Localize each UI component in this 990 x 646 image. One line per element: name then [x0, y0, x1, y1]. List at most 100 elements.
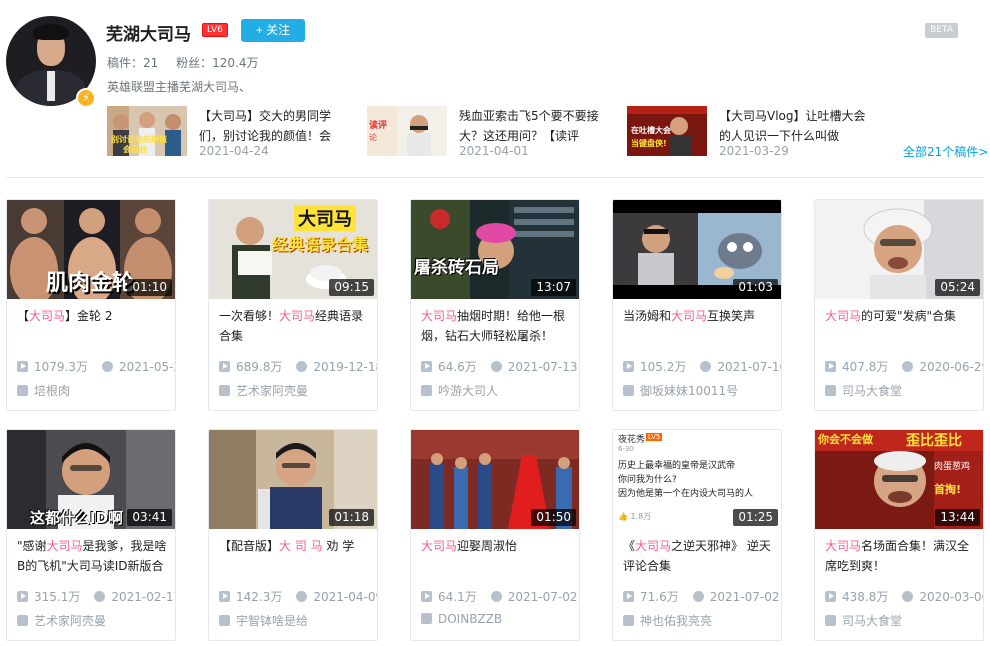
- video-author[interactable]: 司马大食堂: [825, 612, 902, 629]
- recent-title[interactable]: 【大司马】交大的男同学们，别讨论我的颜值！会: [199, 106, 347, 146]
- video-meta: 71.6万 2021-07-02: [623, 588, 779, 605]
- video-meta: 315.1万 2021-02-17: [17, 588, 175, 605]
- user-icon: [825, 615, 836, 626]
- video-card[interactable]: 05:24 大司马的可爱"发病"合集 407.8万 2020-06-29 司马大食…: [814, 199, 984, 411]
- play-count-icon: [17, 361, 28, 372]
- video-card[interactable]: 大司马 经典语录合集 09:15 一次看够！大司马经典语录合集 689.8万 20…: [208, 199, 378, 411]
- video-title[interactable]: 《大司马之逆天邪神》 逆天评论合集: [623, 536, 775, 576]
- video-cover[interactable]: 肌肉金轮 01:10: [7, 200, 175, 299]
- play-count-icon: [623, 591, 634, 602]
- svg-text:你会不会做: 你会不会做: [817, 432, 874, 446]
- video-author[interactable]: 培根肉: [17, 382, 70, 399]
- recent-video-2[interactable]: 读评 论 残血亚索击飞5个要不要接大？这还用问？【读评 2021-04-01: [367, 106, 617, 158]
- video-duration: 09:15: [329, 279, 374, 296]
- up-name[interactable]: 芜湖大司马: [106, 20, 191, 45]
- video-title[interactable]: 一次看够！大司马经典语录合集: [219, 306, 371, 346]
- video-title[interactable]: "感谢大司马是我爹，我是啥B的飞机"大司马读ID新版合: [17, 536, 169, 576]
- video-cover[interactable]: 01:18: [209, 430, 377, 529]
- user-icon: [825, 385, 836, 396]
- comment-user: 夜花秀: [618, 435, 646, 445]
- video-cover[interactable]: 大司马 经典语录合集 09:15: [209, 200, 377, 299]
- recent-thumbnail[interactable]: 别讨论我的颜值 会看脸: [107, 106, 187, 156]
- play-count-icon: [623, 361, 634, 372]
- video-meta: 64.6万 2021-07-13: [421, 358, 577, 375]
- video-title[interactable]: 【配音版】大 司 马 劝 学: [219, 536, 371, 576]
- video-meta: 689.8万 2019-12-18: [219, 358, 377, 375]
- video-meta: 64.1万 2021-07-02: [421, 588, 577, 605]
- video-card[interactable]: 01:50 大司马迎娶周淑怡 64.1万 2021-07-02 DOINBZZB: [410, 429, 580, 641]
- video-author[interactable]: 宇智钵啥是给: [219, 612, 308, 629]
- video-duration: 13:07: [531, 279, 576, 296]
- video-card[interactable]: 01:18 【配音版】大 司 马 劝 学 142.3万 2021-04-09 宇智…: [208, 429, 378, 641]
- svg-text:歪比歪比: 歪比歪比: [906, 432, 962, 449]
- up-stats: 稿件：21 粉丝：120.4万: [107, 54, 258, 71]
- video-cover[interactable]: 这都什么ID啊 03:41: [7, 430, 175, 529]
- recent-video-1[interactable]: 别讨论我的颜值 会看脸 【大司马】交大的男同学们，别讨论我的颜值！会 2021-…: [107, 106, 357, 158]
- video-author[interactable]: 艺术家阿壳曼: [219, 382, 308, 399]
- user-icon: [17, 385, 28, 396]
- user-icon: [421, 385, 432, 396]
- recent-thumbnail[interactable]: 在吐槽大会 当键盘侠!: [627, 106, 707, 156]
- clock-icon: [102, 361, 113, 372]
- clock-icon: [902, 361, 914, 372]
- video-card[interactable]: 屠杀砖石局 13:07 大司马抽烟时期！给他一根烟，钻石大师轻松屠杀！ 64.6…: [410, 199, 580, 411]
- video-cover[interactable]: 屠杀砖石局 13:07: [411, 200, 579, 299]
- video-author[interactable]: 司马大食堂: [825, 382, 902, 399]
- video-cover[interactable]: 你会不会做 歪比歪比 肉蛋葱鸡 首掏! 13:44: [815, 430, 983, 529]
- cover-caption: 这都什么ID啊: [30, 509, 124, 527]
- recent-title[interactable]: 残血亚索击飞5个要不要接大？这还用问？【读评: [459, 106, 607, 146]
- follow-button[interactable]: + 关注: [241, 19, 305, 42]
- recent-title[interactable]: 【大司马Vlog】让吐槽大会的人见识一下什么叫做: [719, 106, 867, 146]
- video-card[interactable]: 这都什么ID啊 03:41 "感谢大司马是我爹，我是啥B的飞机"大司马读ID新版…: [6, 429, 176, 641]
- comment-likes: 👍 1.8万: [618, 512, 652, 521]
- profile-header: ⚡ 芜湖大司马 LV6 + 关注 BETA 稿件：21 粉丝：120.4万 英雄…: [0, 0, 990, 178]
- video-title[interactable]: 大司马的可爱"发病"合集: [825, 306, 977, 346]
- video-duration: 03:41: [127, 509, 172, 526]
- video-duration: 01:50: [531, 509, 576, 526]
- video-card[interactable]: 你会不会做 歪比歪比 肉蛋葱鸡 首掏! 13:44 大司马名场面合集！满汉全席吃…: [814, 429, 984, 641]
- play-count-icon: [825, 361, 836, 372]
- video-author[interactable]: 御坂妹妹10011号: [623, 382, 738, 399]
- video-author[interactable]: DOINBZZB: [421, 612, 502, 626]
- recent-thumbnail[interactable]: 读评 论: [367, 106, 447, 156]
- avatar[interactable]: ⚡: [6, 16, 96, 108]
- cover-caption: 肌肉金轮: [46, 271, 135, 296]
- video-cover[interactable]: 夜花秀 LV5 6-30 历史上最幸福的皇帝是汉武帝 你问我为什么? 因为他是第…: [613, 430, 781, 529]
- video-title[interactable]: 大司马抽烟时期！给他一根烟，钻石大师轻松屠杀！: [421, 306, 573, 346]
- recent-video-3[interactable]: 在吐槽大会 当键盘侠! 【大司马Vlog】让吐槽大会的人见识一下什么叫做 202…: [627, 106, 877, 158]
- video-card[interactable]: 01:03 当汤姆和大司马互换笑声 105.2万 2021-07-10 御坂妹妹1…: [612, 199, 782, 411]
- cover-caption: 屠杀砖石局: [414, 258, 499, 278]
- cover-caption: 大司马: [294, 205, 356, 231]
- video-cover[interactable]: 01:50: [411, 430, 579, 529]
- video-cover[interactable]: 05:24: [815, 200, 983, 299]
- recent-date: 2021-03-29: [719, 144, 789, 158]
- video-author[interactable]: 吟游大司人: [421, 382, 498, 399]
- play-count-icon: [219, 591, 230, 602]
- recent-date: 2021-04-01: [459, 144, 529, 158]
- all-videos-link[interactable]: 全部21个稿件>: [903, 143, 988, 160]
- video-duration: 01:10: [127, 279, 172, 296]
- video-duration: 01:03: [733, 279, 778, 296]
- video-author[interactable]: 神也佑我亮亮: [623, 612, 712, 629]
- clock-icon: [902, 591, 914, 602]
- clock-icon: [296, 591, 308, 602]
- svg-text:会看脸: 会看脸: [123, 144, 148, 154]
- play-count-icon: [421, 361, 432, 372]
- video-card[interactable]: 肌肉金轮 01:10 【大司马】金轮 2 1079.3万2021-05-20 培…: [6, 199, 176, 411]
- video-cover[interactable]: 01:03: [613, 200, 781, 299]
- video-author[interactable]: 艺术家阿壳曼: [17, 612, 106, 629]
- video-title[interactable]: 当汤姆和大司马互换笑声: [623, 306, 775, 346]
- video-title[interactable]: 【大司马】金轮 2: [17, 306, 169, 346]
- user-icon: [623, 615, 634, 626]
- clock-icon: [700, 361, 712, 372]
- video-meta: 105.2万 2021-07-10: [623, 358, 781, 375]
- fans-count: 粉丝：120.4万: [176, 56, 259, 70]
- video-title[interactable]: 大司马迎娶周淑怡: [421, 536, 573, 576]
- video-meta: 142.3万 2021-04-09: [219, 588, 377, 605]
- video-card[interactable]: 夜花秀 LV5 6-30 历史上最幸福的皇帝是汉武帝 你问我为什么? 因为他是第…: [612, 429, 782, 641]
- play-count-icon: [219, 361, 230, 372]
- play-count-icon: [17, 591, 28, 602]
- video-duration: 01:18: [329, 509, 374, 526]
- video-title[interactable]: 大司马名场面合集！满汉全席吃到爽！: [825, 536, 977, 576]
- user-icon: [623, 385, 634, 396]
